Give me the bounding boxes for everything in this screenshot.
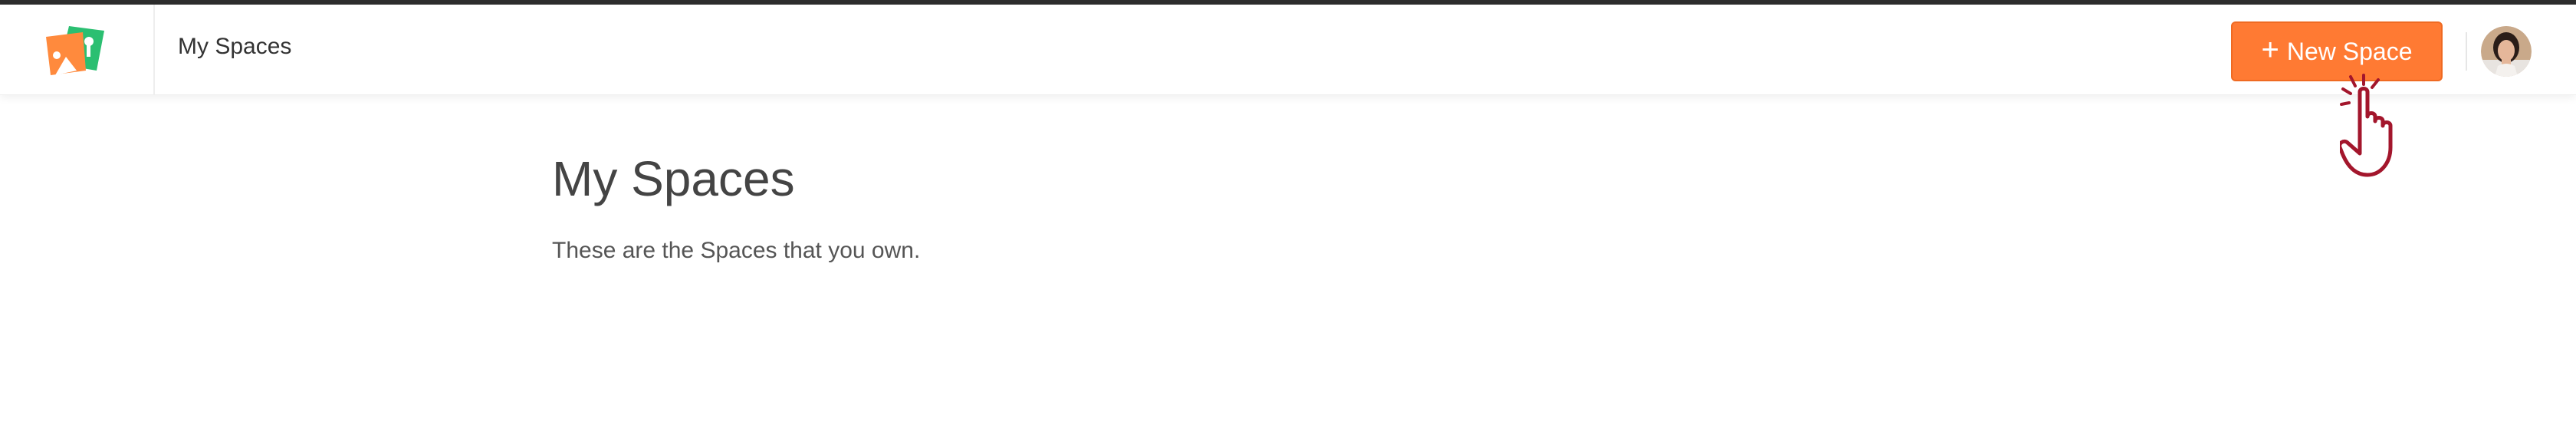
header-title: My Spaces xyxy=(178,34,292,59)
header-divider xyxy=(153,5,155,95)
new-space-button[interactable]: + New Space xyxy=(2231,21,2443,81)
pointer-hand-icon xyxy=(2340,74,2393,177)
new-space-label: New Space xyxy=(2286,37,2413,65)
plus-icon: + xyxy=(2261,33,2279,67)
avatar-divider xyxy=(2466,32,2467,71)
top-header: My Spaces + New Space xyxy=(0,5,2576,95)
page-subtitle: These are the Spaces that you own. xyxy=(552,238,921,263)
user-avatar[interactable] xyxy=(2481,26,2532,77)
page-heading: My Spaces xyxy=(552,151,795,206)
spaces-logo-icon[interactable] xyxy=(43,21,110,81)
